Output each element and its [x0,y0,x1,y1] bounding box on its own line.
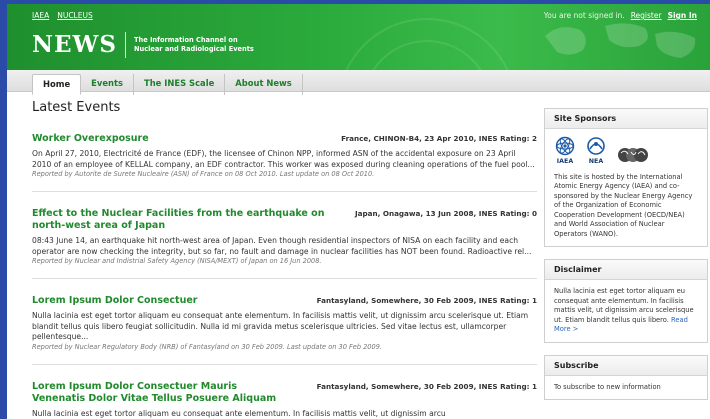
event-meta: France, CHINON-B4, 23 Apr 2010, INES Rat… [341,134,537,143]
register-link[interactable]: Register [631,11,662,20]
event-summary: Nulla lacinia est eget tortor aliquam eu… [32,408,446,418]
tab-events[interactable]: Events [81,74,134,95]
event-title-link[interactable]: Lorem Ipsum Dolor Consectuer Mauris Vene… [32,381,292,405]
event-item: Worker Overexposure France, CHINON-B4, 2… [32,133,537,179]
event-meta: Fantasyland, Somewhere, 30 Feb 2009, INE… [316,381,537,391]
nea-emblem-icon [587,137,605,155]
event-header: Worker Overexposure France, CHINON-B4, 2… [32,133,537,145]
event-summary: Nulla lacinia est eget tortor aliquam eu… [32,311,529,341]
main-content: Latest Events Worker Overexposure France… [32,100,537,419]
event-header: Effect to the Nuclear Facilities from th… [32,208,537,232]
wano-logo[interactable] [616,145,650,167]
event-item: Lorem Ipsum Dolor Consectuer Fantasyland… [32,295,537,352]
sponsors-body: IAEA NEA This site is hosted by the Inte… [545,129,707,246]
event-divider [32,191,537,192]
signin-link[interactable]: Sign In [668,11,697,20]
event-summary: On April 27, 2010, Electricité de France… [32,149,535,169]
tab-home[interactable]: Home [32,74,82,95]
world-map-icon [545,23,696,58]
logo-tagline: The Information Channel on Nuclear and R… [134,36,254,54]
iaea-logo[interactable]: IAEA [554,136,576,167]
sponsors-title: Site Sponsors [545,109,707,129]
event-title-link[interactable]: Worker Overexposure [32,133,149,145]
event-report: Reported by Nuclear Regulatory Body (NRB… [32,342,382,351]
event-report: Reported by Nuclear and Indistrial Safet… [32,257,322,265]
iaea-link[interactable]: IAEA [32,11,49,20]
tab-ines-scale[interactable]: The INES Scale [134,74,226,95]
iaea-emblem-icon [555,136,575,156]
event-divider [32,278,537,279]
wano-globe-icon [618,147,648,162]
news-logo[interactable]: NEWS The Information Channel on Nuclear … [32,31,254,58]
logo-tagline-line1: The Information Channel on [134,35,238,44]
nea-label: NEA [588,158,604,165]
signin-status: You are not signed in. [543,11,625,20]
browser-page: IAEA NUCLEUS You are not signed in. Regi… [7,4,710,419]
event-report: Reported by Autorite de Surete Nucleaire… [32,170,375,178]
subscribe-box: Subscribe To subscribe to new informatio… [544,354,708,400]
event-header: Lorem Ipsum Dolor Consectuer Mauris Vene… [32,381,537,405]
subscribe-body: To subscribe to new information [554,382,661,391]
subscribe-title: Subscribe [545,355,707,376]
event-summary: 08:43 June 14, an earthquake hit north-w… [32,236,532,256]
event-divider [32,363,537,365]
nav-tabs: Home Events The INES Scale About News [32,74,303,95]
event-title-link[interactable]: Lorem Ipsum Dolor Consectuer [32,295,198,307]
nucleus-link[interactable]: NUCLEUS [57,11,93,20]
page-title: Latest Events [32,100,121,115]
event-item: Effect to the Nuclear Facilities from th… [32,208,537,266]
tab-about-news[interactable]: About News [225,74,303,95]
sponsors-text: This site is hosted by the International… [554,172,693,238]
sponsor-logos: IAEA NEA [554,136,698,167]
main-navigation: Home Events The INES Scale About News [7,70,710,95]
top-links: IAEA NUCLEUS [32,11,93,20]
disclaimer-box: Disclaimer Nulla lacinia est eget tortor… [544,259,708,343]
sponsors-box: Site Sponsors IAEA NEA This site is host… [544,108,708,247]
logo-tagline-line2: Nuclear and Radiological Events [134,44,254,53]
event-title-link[interactable]: Effect to the Nuclear Facilities from th… [32,208,332,232]
disclaimer-body: Nulla lacinia est eget tortor aliquam eu… [545,280,707,342]
signin-area: You are not signed in. Register Sign In [544,11,697,20]
logo-word: NEWS [32,31,117,58]
nea-logo[interactable]: NEA [586,136,606,167]
event-meta: Japan, Onagawa, 13 Jun 2008, INES Rating… [354,209,537,218]
event-header: Lorem Ipsum Dolor Consectuer Fantasyland… [32,295,537,307]
sidebar: Site Sponsors IAEA NEA This site is host… [544,108,708,412]
disclaimer-title: Disclaimer [545,260,707,280]
logo-separator [125,31,126,58]
event-item: Lorem Ipsum Dolor Consectuer Mauris Vene… [32,381,537,419]
event-meta: Fantasyland, Somewhere, 30 Feb 2009, INE… [316,296,537,305]
site-header: IAEA NUCLEUS You are not signed in. Regi… [7,4,710,70]
iaea-label: IAEA [556,158,574,165]
